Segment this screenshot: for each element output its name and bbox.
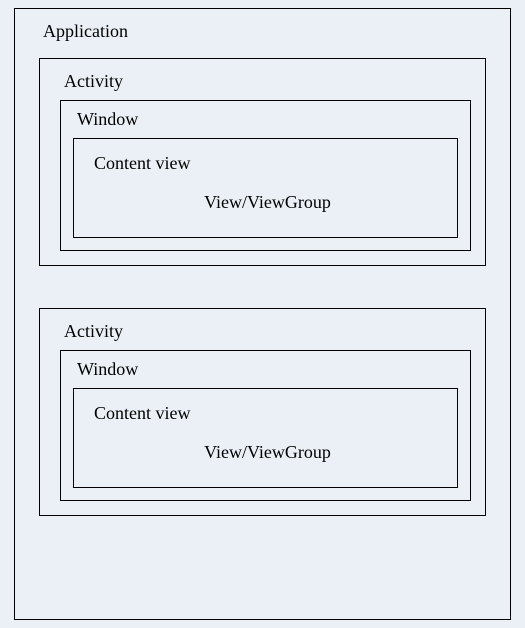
application-label: Application [43,21,486,42]
activity-label: Activity [64,321,471,342]
window-box: Window Content view View/ViewGroup [60,100,471,251]
activity-box: Activity Window Content view View/ViewGr… [39,58,486,266]
view-viewgroup-label: View/ViewGroup [90,192,445,213]
diagram-canvas: Application Activity Window Content view… [0,0,525,628]
view-viewgroup-label: View/ViewGroup [90,442,445,463]
content-view-label: Content view [94,403,445,424]
window-box: Window Content view View/ViewGroup [60,350,471,501]
activity-label: Activity [64,71,471,92]
window-label: Window [77,109,458,130]
window-label: Window [77,359,458,380]
content-view-label: Content view [94,153,445,174]
application-box: Application Activity Window Content view… [14,8,511,620]
content-view-box: Content view View/ViewGroup [73,388,458,488]
content-view-box: Content view View/ViewGroup [73,138,458,238]
activity-box: Activity Window Content view View/ViewGr… [39,308,486,516]
